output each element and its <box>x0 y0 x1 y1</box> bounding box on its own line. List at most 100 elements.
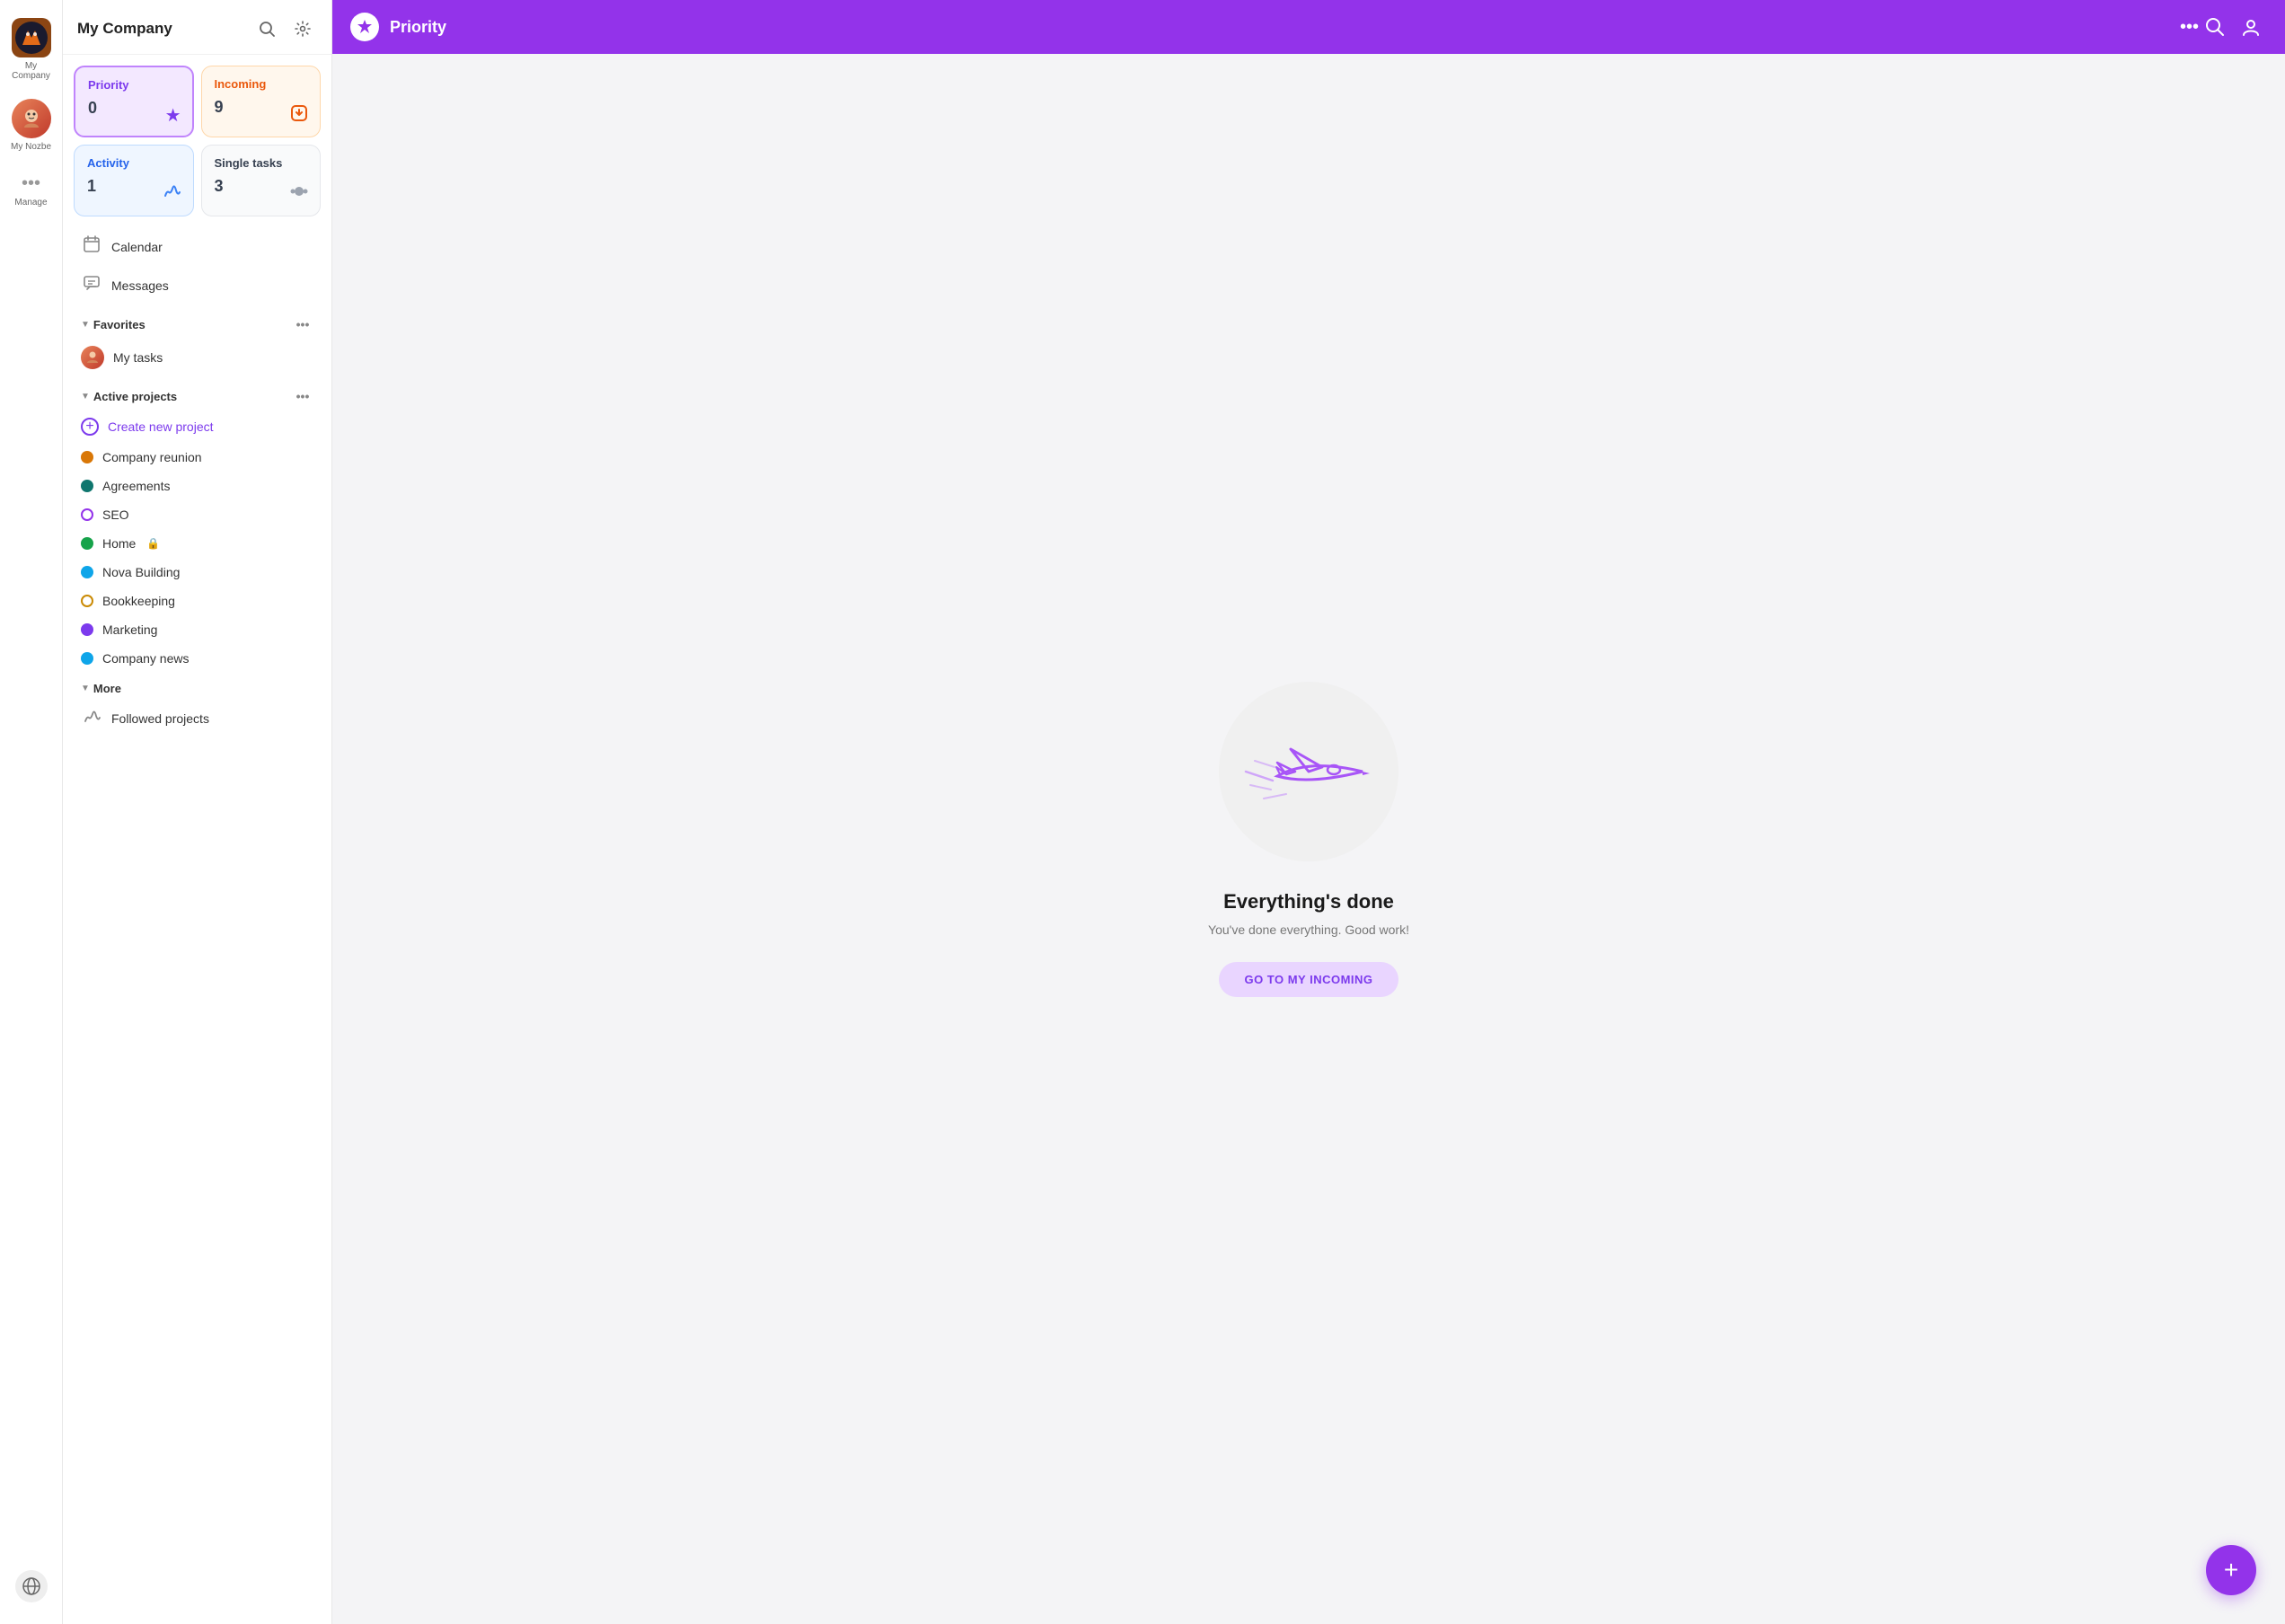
followed-projects-icon <box>81 707 102 729</box>
main-header-priority-icon <box>350 13 379 41</box>
sidebar-header-icons <box>252 14 317 43</box>
company-label: My Company <box>8 61 55 81</box>
favorites-chevron-icon: ▼ <box>81 320 90 330</box>
sidebar-content: Priority 0 ★ Incoming 9 Activity 1 <box>63 55 331 1624</box>
sidebar-settings-button[interactable] <box>288 14 317 43</box>
nova-building-dot-icon <box>81 566 93 578</box>
company-reunion-dot-icon <box>81 451 93 463</box>
create-project-label: Create new project <box>108 419 214 434</box>
create-project-icon: + <box>81 418 99 436</box>
marketing-dot-icon <box>81 623 93 636</box>
icon-bar-company[interactable]: My Company <box>4 11 58 88</box>
more-section-label: More <box>93 682 121 695</box>
fab-plus-icon: + <box>2224 1556 2238 1584</box>
header-search-icon <box>2205 17 2225 37</box>
incoming-card[interactable]: Incoming 9 <box>201 66 322 137</box>
single-tasks-card-icon <box>289 181 309 207</box>
empty-state-title: Everything's done <box>1223 890 1394 914</box>
nozbe-avatar <box>12 99 51 138</box>
main-content: Priority ••• <box>332 0 2285 1624</box>
sidebar-item-agreements[interactable]: Agreements <box>74 472 321 500</box>
world-icon <box>22 1576 41 1596</box>
my-tasks-avatar <box>81 346 104 369</box>
go-to-incoming-button[interactable]: GO TO MY INCOMING <box>1219 962 1398 997</box>
sidebar-item-messages[interactable]: Messages <box>74 266 321 304</box>
seo-label: SEO <box>102 508 129 522</box>
messages-label: Messages <box>111 278 169 293</box>
main-header-search-button[interactable] <box>2199 11 2231 43</box>
marketing-label: Marketing <box>102 622 157 637</box>
empty-state-subtitle: You've done everything. Good work! <box>1208 922 1409 937</box>
priority-card[interactable]: Priority 0 ★ <box>74 66 194 137</box>
empty-state: Everything's done You've done everything… <box>332 54 2285 1624</box>
incoming-card-icon <box>289 103 309 128</box>
manage-label: Manage <box>14 198 47 207</box>
search-icon <box>259 21 275 37</box>
main-header-user-button[interactable] <box>2235 11 2267 43</box>
sidebar-item-marketing[interactable]: Marketing <box>74 615 321 644</box>
activity-card-icon <box>163 181 182 207</box>
empty-state-illustration <box>1219 682 1398 861</box>
priority-card-title: Priority <box>88 78 180 92</box>
nozbe-label: My Nozbe <box>11 142 51 152</box>
header-user-icon <box>2241 17 2261 37</box>
home-dot-icon <box>81 537 93 550</box>
single-tasks-card-title: Single tasks <box>215 156 308 170</box>
company-logo-icon <box>15 22 48 54</box>
nozbe-avatar-icon <box>19 106 44 131</box>
manage-dots-icon: ••• <box>22 173 40 194</box>
quick-cards: Priority 0 ★ Incoming 9 Activity 1 <box>74 66 321 216</box>
sidebar-item-calendar[interactable]: Calendar <box>74 227 321 266</box>
icon-bar-nozbe[interactable]: My Nozbe <box>4 92 58 159</box>
my-tasks-label: My tasks <box>113 350 163 365</box>
main-header: Priority ••• <box>332 0 2285 54</box>
favorites-section-header[interactable]: ▼ Favorites ••• <box>74 304 321 339</box>
sidebar-item-followed-projects[interactable]: Followed projects <box>74 699 321 737</box>
sidebar-item-seo[interactable]: SEO <box>74 500 321 529</box>
calendar-label: Calendar <box>111 240 163 254</box>
activity-card[interactable]: Activity 1 <box>74 145 194 216</box>
icon-bar: My Company My Nozbe ••• Manage <box>0 0 63 1624</box>
nova-building-label: Nova Building <box>102 565 180 579</box>
active-projects-section-header[interactable]: ▼ Active projects ••• <box>74 376 321 410</box>
priority-card-icon: ★ <box>165 104 181 127</box>
favorites-section-label: Favorites <box>93 318 146 331</box>
more-chevron-icon: ▼ <box>81 684 90 693</box>
single-tasks-card[interactable]: Single tasks 3 <box>201 145 322 216</box>
sidebar-item-company-reunion[interactable]: Company reunion <box>74 443 321 472</box>
company-avatar <box>12 18 51 57</box>
bookkeeping-dot-icon <box>81 595 93 607</box>
world-icon-button[interactable] <box>15 1570 48 1602</box>
sidebar: My Company Priority 0 ★ <box>63 0 332 1624</box>
messages-icon <box>81 274 102 296</box>
sidebar-header: My Company <box>63 0 331 55</box>
more-section-header[interactable]: ▼ More <box>74 673 321 699</box>
airplane-illustration <box>1237 709 1381 834</box>
calendar-icon <box>81 235 102 258</box>
create-new-project-item[interactable]: + Create new project <box>74 410 321 443</box>
incoming-card-title: Incoming <box>215 77 308 91</box>
sidebar-search-button[interactable] <box>252 14 281 43</box>
company-reunion-label: Company reunion <box>102 450 202 464</box>
sidebar-item-nova-building[interactable]: Nova Building <box>74 558 321 587</box>
home-label: Home <box>102 536 136 551</box>
sidebar-item-company-news[interactable]: Company news <box>74 644 321 673</box>
sidebar-item-bookkeeping[interactable]: Bookkeeping <box>74 587 321 615</box>
agreements-label: Agreements <box>102 479 170 493</box>
settings-icon <box>295 21 311 37</box>
main-header-title: Priority <box>390 18 2173 37</box>
company-news-dot-icon <box>81 652 93 665</box>
sidebar-item-my-tasks[interactable]: My tasks <box>74 339 321 376</box>
agreements-dot-icon <box>81 480 93 492</box>
main-header-more-button[interactable]: ••• <box>2180 17 2199 38</box>
sidebar-item-home[interactable]: Home 🔒 <box>74 529 321 558</box>
fab-add-button[interactable]: + <box>2206 1545 2256 1595</box>
active-projects-chevron-icon: ▼ <box>81 392 90 402</box>
active-projects-section-label: Active projects <box>93 390 177 403</box>
followed-projects-label: Followed projects <box>111 711 209 726</box>
icon-bar-manage[interactable]: ••• Manage <box>4 166 58 215</box>
home-lock-icon: 🔒 <box>146 537 160 550</box>
active-projects-more-button[interactable]: ••• <box>292 385 313 407</box>
activity-card-title: Activity <box>87 156 181 170</box>
favorites-more-button[interactable]: ••• <box>292 313 313 335</box>
